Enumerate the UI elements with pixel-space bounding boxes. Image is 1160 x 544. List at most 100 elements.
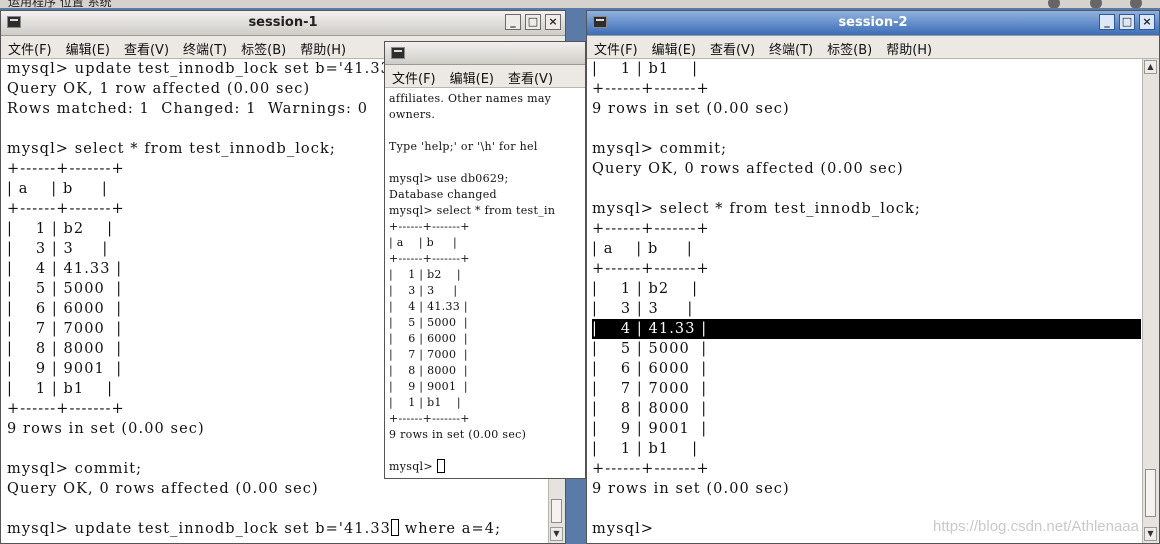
menu-help[interactable]: 帮助(H) [879,36,939,61]
terminal-line: | 6 | 6000 | [389,332,468,345]
scroll-down-arrow[interactable]: ▼ [550,527,563,541]
terminal-line: +------+-------+ [592,221,710,237]
terminal-line: | 5 | 5000 | [592,341,708,357]
menu-view[interactable]: 查看(V) [117,36,176,61]
terminal-line: | 8 | 8000 | [592,401,708,417]
window-title: session-1 [248,15,318,30]
terminal-line: | 1 | b1 | [592,61,699,77]
terminal-line: Query OK, 0 rows affected (0.00 sec) [7,481,319,497]
terminal-line: +------+-------+ [389,412,470,425]
scroll-thumb[interactable] [1145,469,1156,517]
scroll-thumb[interactable] [551,499,562,523]
menu-edit[interactable]: 编辑(E) [59,36,117,61]
menu-bar: 文件(F)编辑(E)查看(V)终端 [385,65,585,112]
typed-command: mysql> update test_innodb_lock set b='41… [7,521,391,537]
tray-icon[interactable] [1090,0,1102,8]
menu-view[interactable]: 查看(V) [501,65,560,90]
title-bar[interactable]: session-1 _ □ × [1,11,565,36]
terminal-line: | a | b | [389,236,457,249]
top-panel-menu[interactable]: 运用程序 位置 系统 [8,0,112,8]
maximize-button[interactable]: □ [1119,14,1135,30]
terminal-line: | 9 | 9001 | [389,380,468,393]
terminal-line: mysql> select * from test_in [389,204,556,217]
menu-terminal[interactable]: 终端(T) [762,36,820,61]
desktop-top-panel: 运用程序 位置 系统 [0,0,1160,8]
selected-row: | 4 | 41.33 | [592,319,1141,339]
watermark: https://blog.csdn.net/Athlenaaa [933,518,1139,535]
terminal-line: | 9 | 9001 | [592,421,708,437]
menu-file[interactable]: 文件(F) [385,65,443,90]
terminal-input-line[interactable]: mysql> update test_innodb_lock set b='41… [7,519,549,539]
menu-terminal[interactable]: 终端(T) [176,36,234,61]
typed-command-tail: where a=4; [398,521,502,537]
terminal-output[interactable]: affiliates. Other names may owners. Type … [385,91,585,478]
terminal-line: 9 rows in set (0.00 sec) [389,428,527,441]
title-bar[interactable]: session-2 _ □ × [587,11,1159,36]
terminal-line: mysql> commit; [592,141,728,157]
terminal-line: Type 'help;' or '\h' for hel [389,140,538,153]
terminal-line: mysql> select * from test_innodb_lock; [592,201,921,217]
menu-bar: 文件(F) 编辑(E) 查看(V) 终端(T) 标签(B) 帮助(H) [587,36,1159,59]
terminal-line: | 1 | b1 | [592,441,699,457]
terminal-line: | 4 | 41.33 | [389,300,468,313]
title-bar[interactable] [385,42,585,65]
menu-edit[interactable]: 编辑(E) [645,36,703,61]
close-button[interactable]: × [545,14,561,30]
text-cursor [390,519,399,536]
menu-help[interactable]: 帮助(H) [293,36,353,61]
terminal-line: | 8 | 8000 | [389,364,468,377]
minimize-button[interactable]: _ [1099,14,1115,30]
terminal-line: +------+-------+ [592,461,710,477]
close-button[interactable]: × [1139,14,1155,30]
terminal-line: | 7 | 7000 | [592,381,708,397]
terminal-line: | 6 | 6000 | [592,361,708,377]
terminal-line: mysql> use db0629; [389,172,509,185]
terminal-line: +------+-------+ [389,220,470,233]
terminal-line: 9 rows in set (0.00 sec) [592,101,790,117]
terminal-input-line[interactable]: mysql> [389,459,585,475]
terminal-line: 9 rows in set (0.00 sec) [592,481,790,497]
terminal-line: | 3 | 3 | [389,284,458,297]
terminal-line: +------+-------+ [389,252,470,265]
terminal-line: Database changed [389,188,497,201]
terminal-line: | 1 | b2 | [592,281,699,297]
menu-file[interactable]: 文件(F) [587,36,645,61]
terminal-line: | 7 | 7000 | [389,348,468,361]
terminal-icon[interactable] [391,47,405,59]
scroll-down-arrow[interactable]: ▼ [1144,527,1157,541]
scrollbar[interactable]: ▲ ▼ [1142,59,1159,543]
terminal-line: Query OK, 0 rows affected (0.00 sec) [592,161,904,177]
terminal-line: | a | b | [592,241,693,257]
scroll-up-arrow[interactable]: ▲ [1144,60,1157,74]
terminal-line: affiliates. Other names may [389,92,552,105]
prompt: mysql> [389,460,437,473]
terminal-line: | 3 | 3 | [592,301,694,317]
minimize-button[interactable]: _ [505,14,521,30]
text-cursor [436,459,445,473]
session-2-window[interactable]: session-2 _ □ × 文件(F) 编辑(E) 查看(V) 终端(T) 标签(B… [586,10,1160,544]
terminal-line: | 1 | b2 | [389,268,461,281]
terminal-output[interactable]: | 1 | b1 | +------+-------+ 9 rows in set … [587,59,1141,543]
terminal-line: +------+-------+ [592,261,710,277]
menu-edit[interactable]: 编辑(E) [443,65,501,90]
terminal-line: | 1 | b1 | [389,396,461,409]
menu-view[interactable]: 查看(V) [703,36,762,61]
tray-icon[interactable] [1130,0,1142,8]
terminal-line: +------+-------+ [592,81,710,97]
terminal-line: | 5 | 5000 | [389,316,468,329]
menu-tabs[interactable]: 标签(B) [820,36,879,61]
maximize-button[interactable]: □ [525,14,541,30]
session-3-window[interactable]: 文件(F)编辑(E)查看(V)终端 affiliates. Other name… [384,41,586,479]
menu-tabs[interactable]: 标签(B) [234,36,293,61]
tray-icon[interactable] [1048,0,1060,8]
menu-file[interactable]: 文件(F) [1,36,59,61]
terminal-line: owners. [389,108,436,121]
window-title: session-2 [838,15,908,30]
